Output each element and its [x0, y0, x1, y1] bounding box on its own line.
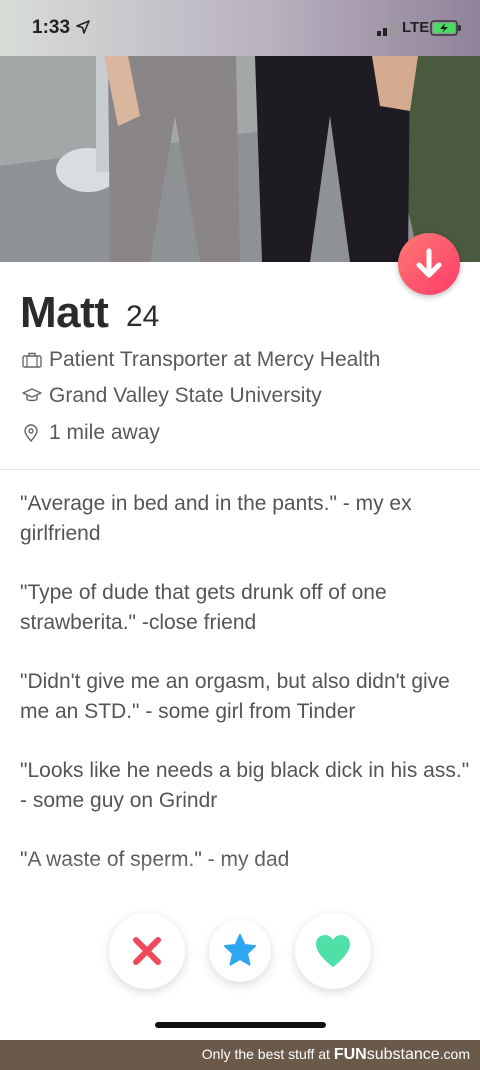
status-bar: 1:33 LTE: [0, 0, 480, 56]
watermark-brand: FUNsubstance: [333, 1046, 440, 1063]
nope-button[interactable]: [109, 913, 185, 989]
collapse-profile-button[interactable]: [398, 233, 460, 295]
profile-age: 24: [126, 300, 160, 333]
bio-quote: "Average in bed and in the pants." - my …: [20, 492, 412, 545]
watermark-text: Only the best stuff at FUNsubstance.com: [201, 1046, 470, 1063]
location-arrow-icon: [76, 20, 90, 34]
heart-icon: [316, 935, 350, 967]
status-time: 1:33: [32, 17, 71, 38]
location-pin-icon: [24, 424, 38, 442]
super-like-button[interactable]: [209, 920, 271, 982]
star-icon: [224, 934, 256, 966]
bio-quote: "Didn't give me an orgasm, but also didn…: [20, 670, 450, 723]
close-x-icon: [133, 937, 161, 965]
job-text: Patient Transporter at Mercy Health: [49, 348, 381, 371]
like-button[interactable]: [295, 913, 371, 989]
graduation-cap-icon: [22, 388, 42, 402]
profile-name: Matt: [20, 288, 109, 337]
distance-text: 1 mile away: [49, 421, 160, 444]
watermark-footer: Only the best stuff at FUNsubstance.com: [0, 1040, 480, 1070]
arrow-down-icon: [416, 248, 442, 278]
school-text: Grand Valley State University: [49, 384, 322, 407]
briefcase-icon: [22, 352, 42, 368]
battery-charging-icon: [430, 20, 461, 36]
divider: [0, 469, 480, 470]
network-label: LTE: [402, 19, 430, 36]
bio-quote: "Type of dude that gets drunk off of one…: [20, 581, 387, 634]
profile-photo[interactable]: [0, 56, 480, 262]
bio-quote: "Looks like he needs a big black dick in…: [20, 759, 470, 812]
home-indicator[interactable]: [155, 1022, 326, 1028]
signal-bars-icon: [377, 20, 399, 36]
bio-section: "Average in bed and in the pants." - my …: [20, 489, 470, 904]
